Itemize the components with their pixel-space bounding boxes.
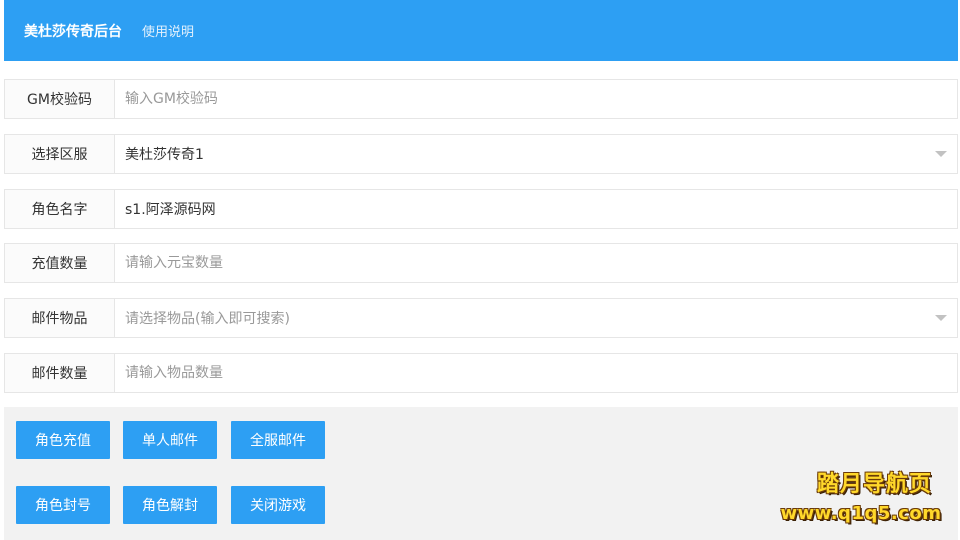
top-header: 美杜莎传奇后台 使用说明 — [4, 0, 958, 61]
gm-code-row: GM校验码 — [4, 79, 958, 119]
watermark-title: 踏月导航页 — [816, 472, 932, 497]
server-select[interactable]: 美杜莎传奇1 — [115, 135, 957, 173]
gm-code-label: GM校验码 — [5, 80, 115, 118]
mail-quantity-label: 邮件数量 — [5, 354, 115, 392]
ban-role-button[interactable]: 角色封号 — [16, 486, 110, 524]
recharge-amount-row: 充值数量 — [4, 243, 958, 283]
role-name-field-wrap — [115, 190, 957, 228]
mail-quantity-input[interactable] — [115, 354, 957, 392]
mail-item-row: 邮件物品 请选择物品(输入即可搜索) — [4, 298, 958, 338]
gm-code-field-wrap — [115, 80, 957, 118]
watermark-url: www.q1q5.com — [780, 503, 942, 524]
mail-quantity-field-wrap — [115, 354, 957, 392]
single-mail-button[interactable]: 单人邮件 — [123, 421, 217, 459]
close-game-button[interactable]: 关闭游戏 — [231, 486, 325, 524]
recharge-amount-label: 充值数量 — [5, 244, 115, 282]
server-row: 选择区服 美杜莎传奇1 — [4, 134, 958, 174]
chevron-down-icon — [935, 151, 947, 157]
mail-item-label: 邮件物品 — [5, 299, 115, 337]
chevron-down-icon — [935, 315, 947, 321]
help-link[interactable]: 使用说明 — [142, 21, 194, 40]
app-title: 美杜莎传奇后台 — [24, 23, 122, 40]
gm-code-input[interactable] — [115, 80, 957, 118]
role-name-input[interactable] — [115, 190, 957, 228]
server-label: 选择区服 — [5, 135, 115, 173]
mail-item-select[interactable]: 请选择物品(输入即可搜索) — [115, 299, 957, 337]
server-selected-value: 美杜莎传奇1 — [125, 147, 204, 163]
recharge-amount-input[interactable] — [115, 244, 957, 282]
role-recharge-button[interactable]: 角色充值 — [16, 421, 110, 459]
mail-item-placeholder: 请选择物品(输入即可搜索) — [125, 311, 290, 327]
mail-quantity-row: 邮件数量 — [4, 353, 958, 393]
server-mail-button[interactable]: 全服邮件 — [231, 421, 325, 459]
recharge-amount-field-wrap — [115, 244, 957, 282]
role-name-row: 角色名字 — [4, 189, 958, 229]
unban-role-button[interactable]: 角色解封 — [123, 486, 217, 524]
role-name-label: 角色名字 — [5, 190, 115, 228]
